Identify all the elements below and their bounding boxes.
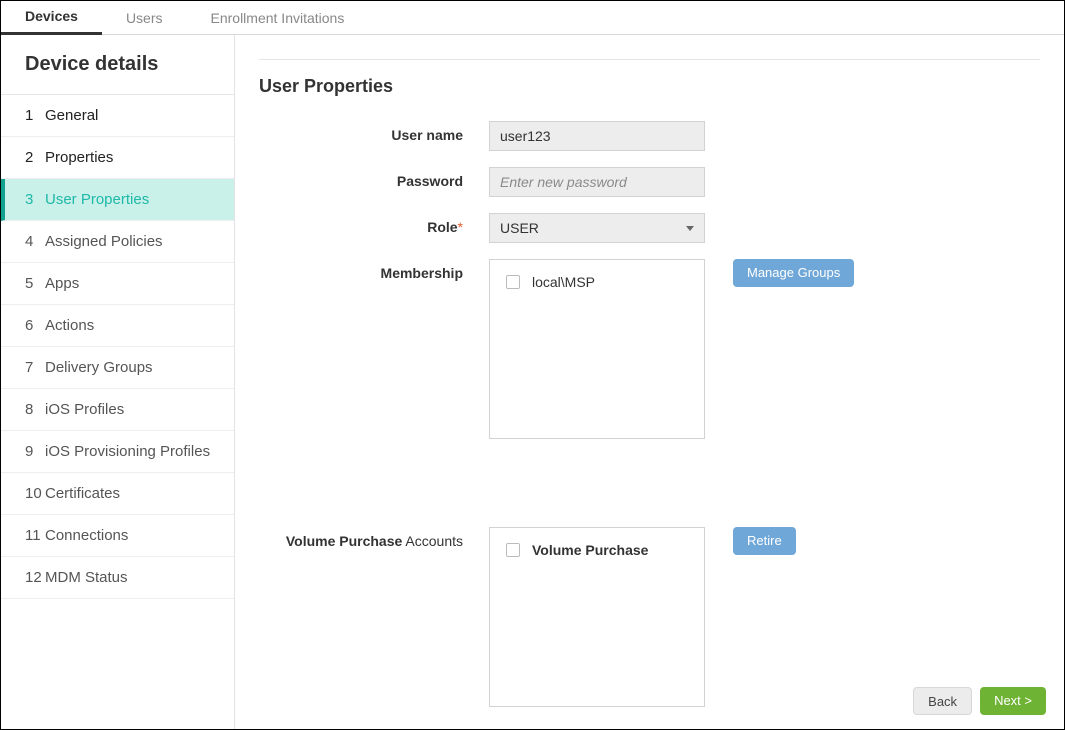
row-volume-purchase: Volume Purchase Accounts Volume Purchase…: [259, 527, 1040, 707]
body-area: Device details 1 General 2 Properties 3 …: [1, 35, 1064, 729]
sidebar-item-assigned-policies[interactable]: 4 Assigned Policies: [1, 221, 234, 263]
tab-enrollment-invitations[interactable]: Enrollment Invitations: [187, 1, 369, 35]
sidebar-item-label: Properties: [45, 149, 113, 166]
sidebar-item-num: 9: [25, 443, 45, 460]
sidebar-item-general[interactable]: 1 General: [1, 95, 234, 137]
volume-purchase-item-label: Volume Purchase: [532, 542, 648, 558]
row-password: Password: [259, 167, 1040, 197]
role-select[interactable]: USER: [489, 213, 705, 243]
checkbox-icon[interactable]: [506, 543, 520, 557]
sidebar: Device details 1 General 2 Properties 3 …: [1, 35, 235, 729]
sidebar-item-properties[interactable]: 2 Properties: [1, 137, 234, 179]
sidebar-item-ios-provisioning-profiles[interactable]: 9 iOS Provisioning Profiles: [1, 431, 234, 473]
row-username: User name: [259, 121, 1040, 151]
username-input[interactable]: [489, 121, 705, 151]
sidebar-item-label: Actions: [45, 317, 94, 334]
sidebar-item-num: 11: [25, 527, 45, 544]
volume-purchase-item[interactable]: Volume Purchase: [506, 542, 688, 558]
sidebar-item-num: 12: [25, 569, 45, 586]
tab-devices[interactable]: Devices: [1, 1, 102, 35]
sidebar-item-label: Delivery Groups: [45, 359, 153, 376]
manage-groups-button[interactable]: Manage Groups: [733, 259, 854, 287]
next-button[interactable]: Next >: [980, 687, 1046, 715]
sidebar-item-num: 8: [25, 401, 45, 418]
row-role: Role* USER: [259, 213, 1040, 243]
sidebar-item-label: Certificates: [45, 485, 120, 502]
top-tabs: Devices Users Enrollment Invitations: [1, 1, 1064, 35]
checkbox-icon[interactable]: [506, 275, 520, 289]
label-password: Password: [259, 167, 489, 189]
volume-purchase-listbox[interactable]: Volume Purchase: [489, 527, 705, 707]
footer-buttons: Back Next >: [913, 687, 1046, 715]
sidebar-item-label: Connections: [45, 527, 128, 544]
label-volume-purchase: Volume Purchase Accounts: [259, 527, 489, 549]
chevron-down-icon: [686, 226, 694, 231]
sidebar-item-ios-profiles[interactable]: 8 iOS Profiles: [1, 389, 234, 431]
password-input[interactable]: [489, 167, 705, 197]
sidebar-item-num: 10: [25, 485, 45, 502]
sidebar-item-delivery-groups[interactable]: 7 Delivery Groups: [1, 347, 234, 389]
back-button[interactable]: Back: [913, 687, 972, 715]
sidebar-item-label: Apps: [45, 275, 79, 292]
tab-users[interactable]: Users: [102, 1, 187, 35]
sidebar-item-num: 6: [25, 317, 45, 334]
role-select-value: USER: [500, 220, 539, 236]
sidebar-item-connections[interactable]: 11 Connections: [1, 515, 234, 557]
membership-item[interactable]: local\MSP: [506, 274, 688, 290]
row-membership: Membership local\MSP Manage Groups: [259, 259, 1040, 439]
sidebar-item-apps[interactable]: 5 Apps: [1, 263, 234, 305]
label-username: User name: [259, 121, 489, 143]
sidebar-item-num: 5: [25, 275, 45, 292]
retire-button[interactable]: Retire: [733, 527, 796, 555]
separator: [259, 59, 1040, 60]
sidebar-item-num: 7: [25, 359, 45, 376]
sidebar-item-num: 2: [25, 149, 45, 166]
sidebar-item-label: iOS Profiles: [45, 401, 124, 418]
sidebar-item-label: iOS Provisioning Profiles: [45, 443, 210, 460]
sidebar-item-user-properties[interactable]: 3 User Properties: [1, 179, 234, 221]
label-membership: Membership: [259, 259, 489, 281]
section-title: User Properties: [259, 76, 1040, 97]
sidebar-item-label: Assigned Policies: [45, 233, 163, 250]
app-frame: Devices Users Enrollment Invitations Dev…: [0, 0, 1065, 730]
membership-listbox[interactable]: local\MSP: [489, 259, 705, 439]
label-role: Role*: [259, 213, 489, 235]
sidebar-item-actions[interactable]: 6 Actions: [1, 305, 234, 347]
sidebar-item-certificates[interactable]: 10 Certificates: [1, 473, 234, 515]
sidebar-item-mdm-status[interactable]: 12 MDM Status: [1, 557, 234, 599]
sidebar-item-num: 4: [25, 233, 45, 250]
sidebar-item-num: 3: [25, 191, 45, 208]
membership-item-label: local\MSP: [532, 274, 595, 290]
sidebar-item-num: 1: [25, 107, 45, 124]
sidebar-item-label: MDM Status: [45, 569, 128, 586]
sidebar-item-label: User Properties: [45, 191, 149, 208]
main-panel: User Properties User name Password Role*: [235, 35, 1064, 729]
sidebar-item-label: General: [45, 107, 98, 124]
sidebar-title: Device details: [1, 35, 234, 95]
